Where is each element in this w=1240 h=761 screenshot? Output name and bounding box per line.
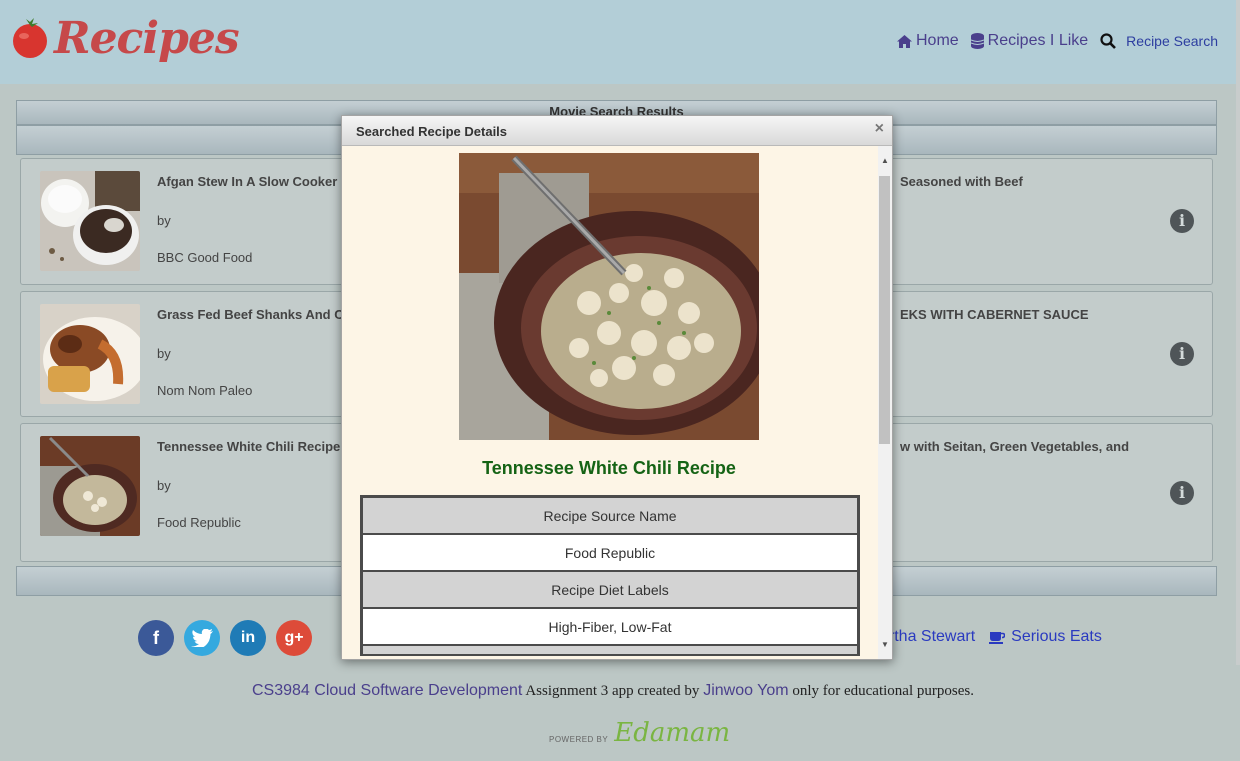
recipe-card-title-right: Seasoned with Beef <box>900 174 1023 189</box>
info-icon[interactable]: i <box>1170 342 1194 366</box>
detail-row-label: Recipe Source Name <box>363 498 857 535</box>
detail-row-label: Recipe Diet Labels <box>363 572 857 609</box>
recipe-hero-image <box>459 153 759 440</box>
info-icon[interactable]: i <box>1170 209 1194 233</box>
recipe-name-heading: Tennessee White Chili Recipe <box>482 458 736 478</box>
facebook-icon[interactable]: f <box>138 620 174 656</box>
recipe-thumbnail <box>40 171 140 271</box>
recipe-card-title-right: w with Seitan, Green Vegetables, and <box>900 439 1130 454</box>
partner-link-serious-eats[interactable]: Serious Eats <box>989 628 1102 646</box>
nav-recipes-i-like[interactable]: Recipes I Like <box>970 32 1089 50</box>
detail-row-value: Food Republic <box>363 535 857 572</box>
recipe-card-source: Nom Nom Paleo <box>157 383 253 398</box>
credit-end-text: only for educational purposes. <box>792 683 974 699</box>
social-links: f in g+ <box>138 620 312 656</box>
linkedin-icon[interactable]: in <box>230 620 266 656</box>
partner-link-martha-stewart[interactable]: artha Stewart <box>880 628 975 646</box>
page-scrollbar[interactable] <box>1236 0 1240 665</box>
course-link[interactable]: CS3984 Cloud Software Development <box>252 682 522 699</box>
recipe-card-by: by <box>157 213 171 228</box>
detail-row-value: High-Fiber, Low-Fat <box>363 609 857 646</box>
partner-links: artha Stewart Serious Eats <box>880 628 1102 646</box>
nav-recipe-search[interactable]: Recipe Search <box>1100 33 1218 49</box>
nav-recipes-i-like-label: Recipes I Like <box>987 32 1089 49</box>
powered-by-label: POWERED BY <box>549 735 609 744</box>
database-icon <box>970 33 984 49</box>
recipe-thumbnail <box>40 304 140 404</box>
powered-by-edamam[interactable]: POWERED BY Edamam <box>549 718 730 748</box>
recipe-card-title-right: EKS WITH CABERNET SAUCE <box>900 307 1089 322</box>
author-link[interactable]: Jinwoo Yom <box>703 682 788 699</box>
tomato-icon <box>13 18 47 58</box>
modal-scrollbar-thumb[interactable] <box>879 176 890 444</box>
recipe-detail-table: Recipe Source Name Food Republic Recipe … <box>360 495 860 656</box>
scroll-down-arrow-icon[interactable]: ▼ <box>878 640 892 649</box>
brand-logo[interactable]: Recipes <box>10 8 240 68</box>
google-plus-icon[interactable]: g+ <box>276 620 312 656</box>
recipe-details-modal: Searched Recipe Details × Tennessee Whit… <box>341 115 893 660</box>
edamam-logo: Edamam <box>614 718 731 748</box>
main-nav: Home Recipes I Like Recipe Search <box>896 32 1218 50</box>
coffee-icon <box>989 631 1006 644</box>
partner-link-serious-eats-label: Serious Eats <box>1011 628 1102 645</box>
info-icon[interactable]: i <box>1170 481 1194 505</box>
credit-middle-text: Assignment 3 app created by <box>525 683 700 699</box>
close-icon[interactable]: × <box>875 120 884 138</box>
recipe-card-source: BBC Good Food <box>157 250 253 265</box>
recipe-card-by: by <box>157 346 171 361</box>
nav-recipe-search-label: Recipe Search <box>1126 33 1218 49</box>
detail-row-label <box>363 646 857 656</box>
scroll-up-arrow-icon[interactable]: ▲ <box>878 156 892 165</box>
recipe-card-source: Food Republic <box>157 515 241 530</box>
modal-scrollbar[interactable]: ▲ ▼ <box>878 146 892 659</box>
home-icon <box>896 34 912 48</box>
modal-title: Searched Recipe Details <box>356 124 508 139</box>
nav-home[interactable]: Home <box>896 32 959 50</box>
recipe-card-title: Tennessee White Chili Recipe <box>157 439 341 454</box>
top-navbar: Recipes Home Recipes I Like Recipe Searc… <box>0 0 1240 84</box>
modal-body: Tennessee White Chili Recipe Recipe Sour… <box>342 146 880 659</box>
recipe-card-by: by <box>157 478 171 493</box>
twitter-icon[interactable] <box>184 620 220 656</box>
nav-home-label: Home <box>915 32 959 49</box>
recipe-card-title: Afgan Stew In A Slow Cooker <box>157 174 338 189</box>
footer-credit: CS3984 Cloud Software Development Assign… <box>252 682 974 700</box>
recipe-card-title: Grass Fed Beef Shanks And C <box>157 307 344 322</box>
search-icon <box>1100 33 1117 49</box>
brand-title: Recipes <box>54 12 240 64</box>
recipe-thumbnail <box>40 436 140 536</box>
modal-titlebar[interactable]: Searched Recipe Details × <box>342 116 892 146</box>
